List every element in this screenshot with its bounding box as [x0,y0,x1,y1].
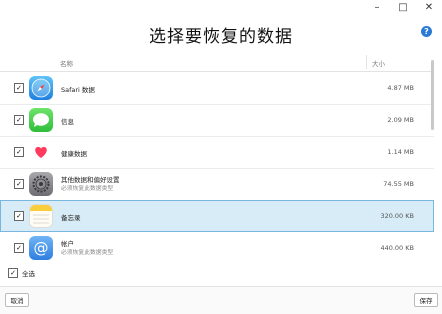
page-title: 选择要恢复的数据 [149,27,293,47]
select-all-checkbox[interactable]: ✓ [8,268,18,278]
select-all[interactable]: ✓ 全选 [8,268,35,278]
data-list: ✓ Safari 数据 4.87 MB ✓ 信息 2.09 MB ✓ 健康数据 … [0,72,434,260]
item-checkbox[interactable]: ✓ [14,83,24,93]
item-size: 4.87 MB [387,84,414,92]
item-size: 440.00 KB [380,244,414,252]
column-size-header[interactable]: 大小 [372,58,385,68]
item-size: 320.00 KB [380,212,414,220]
close-button[interactable]: ✕ [416,0,442,14]
notes-icon [29,204,53,228]
item-size: 74.55 MB [383,180,414,188]
messages-icon [29,108,53,132]
minimize-button[interactable]: – [364,0,390,14]
settings-icon [29,172,53,196]
list-item[interactable]: ✓ Safari 数据 4.87 MB [0,72,434,105]
item-checkbox[interactable]: ✓ [14,211,24,221]
safari-icon [29,76,53,100]
health-icon [29,140,53,164]
svg-text:@: @ [34,239,49,257]
item-checkbox[interactable]: ✓ [14,115,24,125]
footer: 取消 保存 [0,286,442,314]
item-checkbox[interactable]: ✓ [14,179,24,189]
select-all-label: 全选 [22,270,35,278]
column-header: 名称 大小 [0,53,434,72]
column-name-header[interactable]: 名称 [60,58,73,68]
save-button[interactable]: 保存 [414,293,438,307]
item-subtitle: 必须恢复此数据类型 [61,250,114,256]
cancel-button[interactable]: 取消 [5,293,29,307]
item-size: 2.09 MB [387,116,414,124]
item-name: Safari 数据 [61,86,95,94]
item-name: 备忘录 [61,214,81,222]
item-subtitle: 必须恢复此数据类型 [61,186,114,192]
list-item[interactable]: ✓ 健康数据 1.14 MB [0,136,434,169]
item-name: 信息 [61,118,74,126]
item-size: 1.14 MB [387,148,414,156]
list-item[interactable]: ✓ 备忘录 320.00 KB [0,200,434,232]
list-scrollbar[interactable] [431,60,434,130]
item-name: 健康数据 [61,150,87,158]
list-item[interactable]: ✓ 其他数据和偏好设置 必须恢复此数据类型 74.55 MB [0,168,434,201]
window-controls: – □ ✕ [364,0,442,14]
column-divider [366,55,367,69]
list-item[interactable]: ✓ 信息 2.09 MB [0,104,434,137]
help-icon[interactable]: ? [421,26,432,37]
list-item[interactable]: ✓ @ 帐户 必须恢复此数据类型 440.00 KB [0,232,434,260]
accounts-icon: @ [29,236,53,260]
item-checkbox[interactable]: ✓ [14,147,24,157]
maximize-button[interactable]: □ [390,0,416,14]
item-checkbox[interactable]: ✓ [14,243,24,253]
